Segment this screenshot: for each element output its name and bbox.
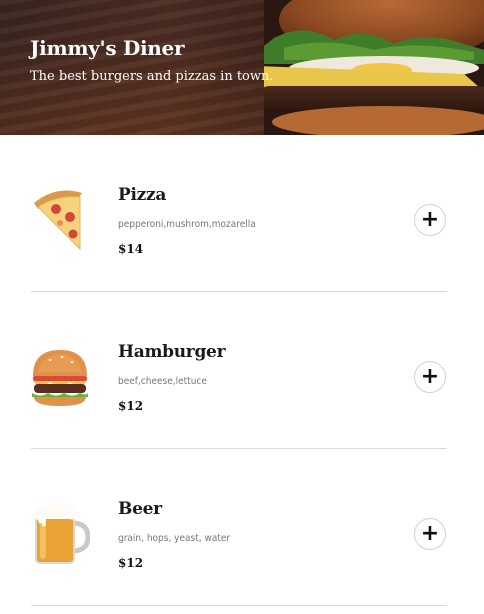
- restaurant-name: Jimmy's Diner: [30, 36, 185, 60]
- add-beer-button[interactable]: +: [414, 518, 446, 550]
- add-hamburger-button[interactable]: +: [414, 361, 446, 393]
- menu-item-name: Pizza: [118, 185, 167, 205]
- menu-item-hamburger: Hamburger beef,cheese,lettuce $12 +: [0, 292, 484, 449]
- menu-item-name: Beer: [118, 499, 162, 519]
- menu-item-name: Hamburger: [118, 342, 226, 362]
- menu-list: Pizza pepperoni,mushrom,mozarella $14 + …: [0, 135, 484, 606]
- menu-item-price: $12: [118, 399, 144, 413]
- burger-photo: [264, 0, 484, 135]
- hamburger-icon: [32, 350, 88, 406]
- add-pizza-button[interactable]: +: [414, 204, 446, 236]
- plus-icon: +: [420, 521, 440, 546]
- menu-item-beer: Beer grain, hops, yeast, water $12 +: [0, 449, 484, 606]
- menu-item-price: $12: [118, 556, 144, 570]
- menu-item-pizza: Pizza pepperoni,mushrom,mozarella $14 +: [0, 135, 484, 292]
- beer-mug-icon: [34, 503, 90, 564]
- menu-item-ingredients: pepperoni,mushrom,mozarella: [118, 219, 256, 230]
- menu-item-ingredients: beef,cheese,lettuce: [118, 376, 207, 387]
- plus-icon: +: [420, 207, 440, 232]
- pizza-slice-icon: [34, 190, 82, 251]
- divider: [31, 605, 447, 606]
- plus-icon: +: [420, 364, 440, 389]
- hero-banner: Jimmy's Diner The best burgers and pizza…: [0, 0, 484, 135]
- menu-item-price: $14: [118, 242, 144, 256]
- restaurant-tagline: The best burgers and pizzas in town.: [30, 69, 274, 84]
- menu-item-ingredients: grain, hops, yeast, water: [118, 533, 231, 544]
